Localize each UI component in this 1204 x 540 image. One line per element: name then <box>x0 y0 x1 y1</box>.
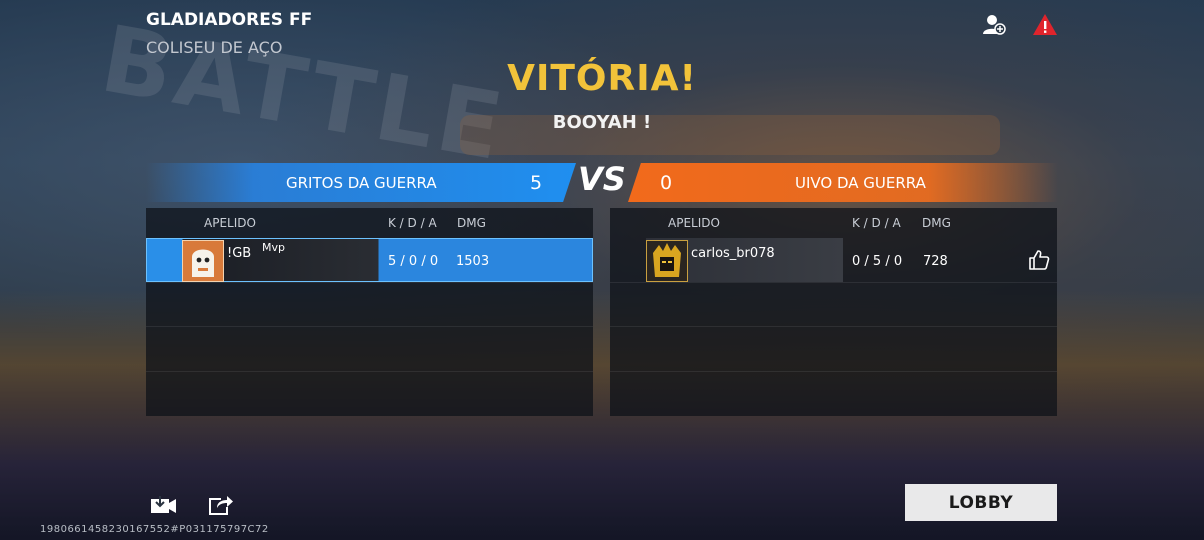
left-header-dmg: DMG <box>457 216 486 230</box>
vs-label: VS <box>578 160 626 198</box>
result-headline: VITÓRIA! <box>507 58 697 99</box>
team-left-name: GRITOS DA GUERRA <box>286 174 437 192</box>
player-name-right-1: carlos_br078 <box>691 246 775 261</box>
result-subline: BOOYAH ! <box>552 112 652 133</box>
player-kda-left-1: 5 / 0 / 0 <box>388 254 439 269</box>
mvp-badge: Mvp <box>262 241 285 254</box>
match-id: 1980661458230167552#P031175797C72 <box>40 524 269 535</box>
team-left-score: 5 <box>530 172 543 194</box>
save-replay-icon[interactable] <box>150 493 178 517</box>
player-dmg-left-1: 1503 <box>456 254 490 269</box>
player-name-left-1: !GB <box>227 246 252 261</box>
add-friend-icon[interactable] <box>981 12 1007 38</box>
player-avatar-left-1[interactable] <box>182 240 224 282</box>
report-warning-icon[interactable] <box>1032 12 1058 38</box>
team-right-name: UIVO DA GUERRA <box>795 174 926 192</box>
thumbs-up-icon[interactable] <box>1027 248 1051 272</box>
player-kda-right-1: 0 / 5 / 0 <box>852 254 903 269</box>
left-header-kda: K / D / A <box>388 216 437 230</box>
room-title: GLADIADORES FF <box>146 10 313 30</box>
right-header-name: APELIDO <box>668 216 720 230</box>
team-right-score: 0 <box>660 172 673 194</box>
player-dmg-right-1: 728 <box>923 254 948 269</box>
player-avatar-right-1[interactable] <box>646 240 688 282</box>
left-header-name: APELIDO <box>204 216 256 230</box>
room-subtitle: COLISEU DE AÇO <box>146 38 283 57</box>
right-header-kda: K / D / A <box>852 216 901 230</box>
lobby-button[interactable]: LOBBY <box>905 484 1057 521</box>
share-icon[interactable] <box>207 493 235 517</box>
right-header-dmg: DMG <box>922 216 951 230</box>
